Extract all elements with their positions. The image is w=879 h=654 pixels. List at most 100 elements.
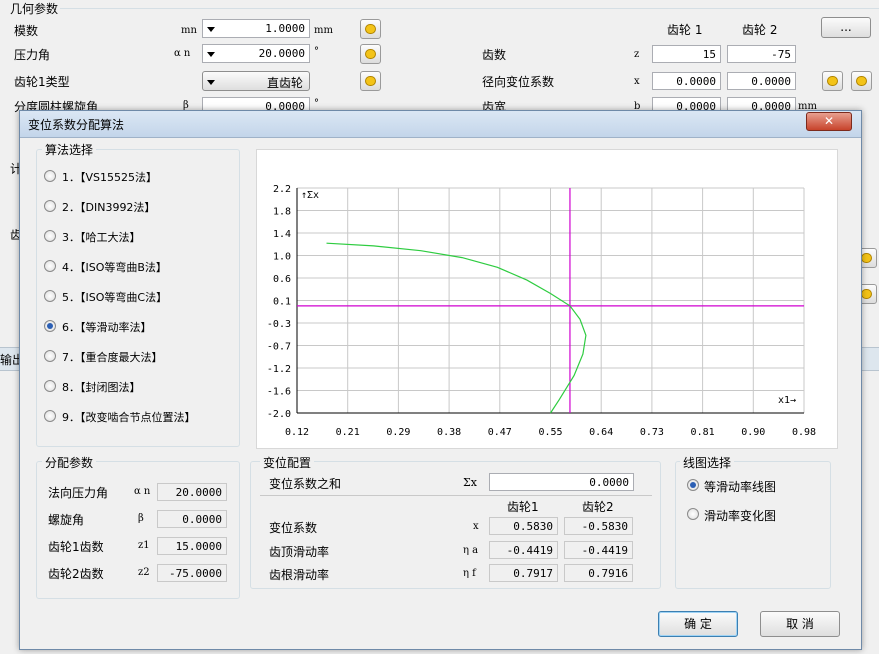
algorithm-option-6[interactable]: 6．【等滑动率法】 (44, 319, 234, 335)
radio-icon[interactable] (44, 410, 56, 422)
shift-sum-label: 变位系数之和 (269, 477, 342, 491)
config-gear2-header: 齿轮2 (582, 500, 614, 514)
algorithm-option-8[interactable]: 8．【封闭图法】 (44, 379, 234, 395)
algorithm-option-label: 8．【封闭图法】 (62, 381, 141, 394)
radio-icon[interactable] (44, 320, 56, 332)
tip-slide-1: -0.4419 (489, 541, 558, 559)
y-tick-label: -1.2 (267, 364, 291, 375)
y-tick-label: 1.0 (273, 252, 291, 263)
root-slide-symbol: η f (463, 568, 476, 579)
swap-arrows-icon (365, 49, 376, 59)
more-button[interactable]: ... (821, 17, 871, 38)
plot-option-2[interactable]: 滑动率变化图 (687, 507, 827, 523)
chevron-down-icon (207, 27, 215, 32)
teeth-z2-input[interactable]: -75 (727, 45, 796, 63)
y-tick-label: -2.0 (267, 409, 291, 420)
algorithm-option-label: 4．【ISO等弯曲B法】 (62, 261, 167, 274)
geometry-section-line (60, 8, 879, 9)
shift-coef-x2: -0.5830 (564, 517, 633, 535)
shift-config-group-title: 变位配置 (260, 454, 315, 471)
swap-arrows-button[interactable] (360, 44, 381, 64)
chart-panel: 0.12 0.21 0.29 0.38 0.47 0.55 0.64 0.73 0.81 0.90… (256, 149, 838, 449)
pressure-angle-combo[interactable]: 20.0000 (202, 44, 310, 63)
algorithm-option-9[interactable]: 9．【改变啮合节点位置法】 (44, 409, 234, 425)
helix-angle-unit: ° (314, 98, 319, 109)
y-tick-label: 0.1 (273, 297, 291, 308)
algorithm-option-label: 2．【DIN3992法】 (62, 201, 156, 214)
gear1-header: 齿轮 1 (667, 23, 703, 37)
x-tick-label: 0.98 (792, 427, 816, 438)
ok-button[interactable]: 确 定 (658, 611, 738, 637)
arrow-left-button[interactable] (822, 71, 843, 91)
shift-sum-symbol: Σx (463, 476, 477, 489)
pressure-angle-symbol: α n (174, 48, 191, 59)
close-icon: ✕ (823, 114, 835, 128)
algorithm-option-label: 7．【重合度最大法】 (62, 351, 163, 364)
radio-icon[interactable] (687, 508, 699, 520)
algorithm-option-label: 6．【等滑动率法】 (62, 321, 152, 334)
root-slide-label: 齿根滑动率 (269, 568, 330, 582)
dist-helix-value: 0.0000 (157, 510, 227, 528)
algorithm-option-1[interactable]: 1．【VS15525法】 (44, 169, 234, 185)
algorithm-option-5[interactable]: 5．【ISO等弯曲C法】 (44, 289, 234, 305)
algorithm-option-7[interactable]: 7．【重合度最大法】 (44, 349, 234, 365)
shift-sum-input[interactable]: 0.0000 (489, 473, 634, 491)
algorithm-option-3[interactable]: 3．【哈工大法】 (44, 229, 234, 245)
plot-option-1[interactable]: 等滑动率线图 (687, 478, 827, 494)
radial-shift-x2-input[interactable]: 0.0000 (727, 72, 796, 90)
y-tick-label: 1.8 (273, 207, 291, 218)
x-tick-label: 0.90 (741, 427, 765, 438)
pressure-angle-unit: ° (314, 46, 319, 57)
info-icon (365, 76, 376, 86)
shift-coef-symbol: x (473, 521, 479, 532)
info-button[interactable] (360, 71, 381, 91)
algorithm-option-label: 9．【改变啮合节点位置法】 (62, 411, 196, 424)
x-tick-label: 0.21 (336, 427, 360, 438)
chevron-down-icon (207, 52, 215, 57)
config-divider (260, 495, 652, 496)
shift-coef-x1: 0.5830 (489, 517, 558, 535)
tip-slide-label: 齿顶滑动率 (269, 545, 330, 559)
teeth-label: 齿数 (482, 48, 507, 62)
module-combo[interactable]: 1.0000 (202, 19, 310, 38)
x-tick-label: 0.55 (538, 427, 562, 438)
algorithm-option-2[interactable]: 2．【DIN3992法】 (44, 199, 234, 215)
normal-pressure-symbol: α n (134, 486, 151, 497)
root-slide-2: 0.7916 (564, 564, 633, 582)
x-tick-label: 0.29 (386, 427, 410, 438)
gear2-header: 齿轮 2 (742, 23, 778, 37)
algorithm-option-4[interactable]: 4．【ISO等弯曲B法】 (44, 259, 234, 275)
radio-icon[interactable] (44, 350, 56, 362)
z1-value: 15.0000 (157, 537, 227, 555)
swap-arrows-button[interactable] (360, 19, 381, 39)
algorithm-option-label: 1．【VS15525法】 (62, 171, 157, 184)
algorithm-option-label: 5．【ISO等弯曲C法】 (62, 291, 168, 304)
dist-helix-label: 螺旋角 (48, 513, 85, 527)
algorithm-option-label: 3．【哈工大法】 (62, 231, 141, 244)
radio-icon[interactable] (44, 260, 56, 272)
swap-arrows-button[interactable] (851, 71, 872, 91)
cancel-button[interactable]: 取 消 (760, 611, 840, 637)
radial-shift-x1-input[interactable]: 0.0000 (652, 72, 721, 90)
y-tick-label: 2.2 (273, 184, 291, 195)
shift-allocation-dialog: 变位系数分配算法 ✕ 算法选择 1．【VS15525法】 2．【DIN3992法】… (19, 110, 862, 650)
radio-icon[interactable] (687, 479, 699, 491)
radio-icon[interactable] (44, 380, 56, 392)
z1-symbol: z1 (138, 540, 150, 551)
radio-icon[interactable] (44, 290, 56, 302)
z2-label: 齿轮2齿数 (48, 567, 104, 581)
gear1-type-label: 齿轮1类型 (14, 75, 70, 89)
equal-slide-ratio-chart: 0.12 0.21 0.29 0.38 0.47 0.55 0.64 0.73 0.81 0.90… (267, 184, 816, 438)
arrow-icon (861, 253, 872, 263)
radio-icon[interactable] (44, 170, 56, 182)
x-tick-label: 0.73 (640, 427, 664, 438)
radio-icon[interactable] (44, 200, 56, 212)
chevron-down-icon (207, 80, 215, 85)
normal-pressure-value: 20.0000 (157, 483, 227, 501)
radio-icon[interactable] (44, 230, 56, 242)
teeth-z1-input[interactable]: 15 (652, 45, 721, 63)
gear1-type-combo[interactable]: 直齿轮 (202, 71, 310, 91)
close-button[interactable]: ✕ (806, 112, 852, 131)
dialog-title: 变位系数分配算法 (28, 118, 125, 132)
swap-arrows-icon (856, 76, 867, 86)
